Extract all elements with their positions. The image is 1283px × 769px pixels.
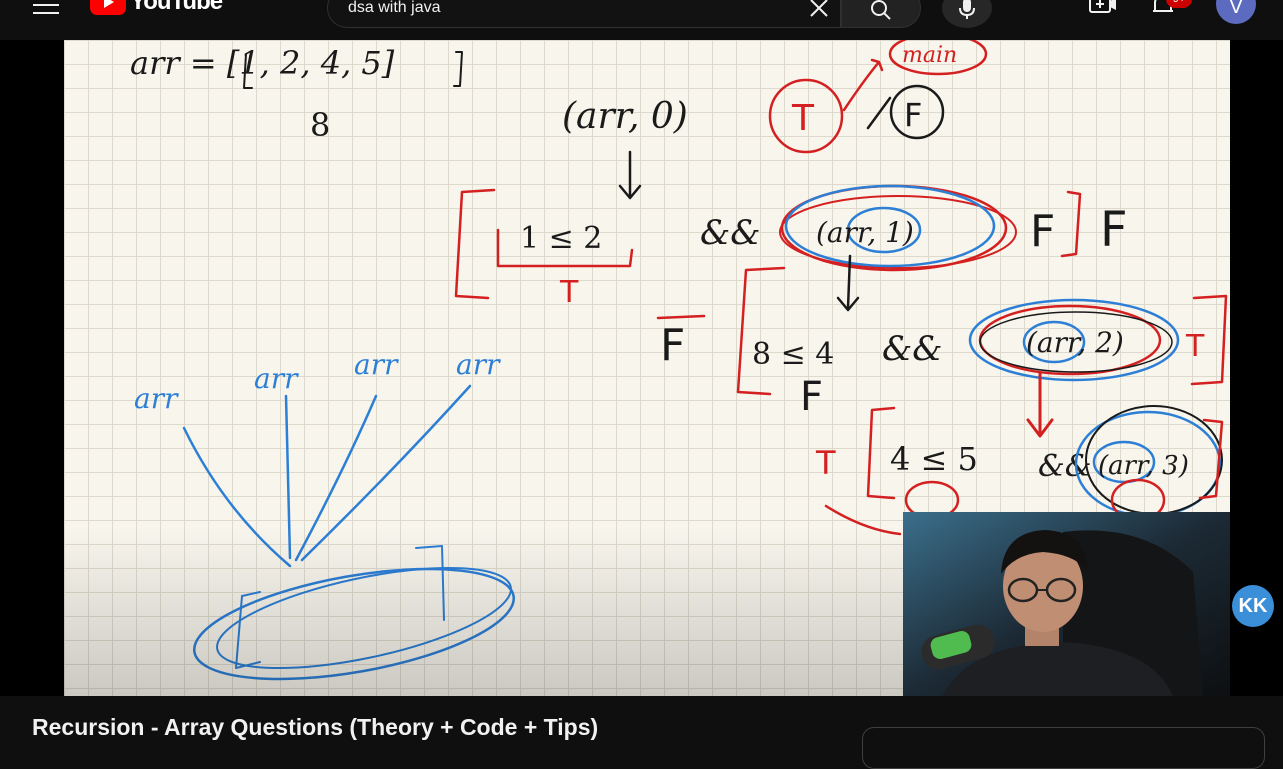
search-input[interactable]: dsa with java — [327, 0, 841, 28]
search-button[interactable] — [841, 0, 921, 28]
svg-text:arr: arr — [456, 348, 501, 381]
video-player[interactable]: arr = [1, 2, 4, 5] 8 (arr, 0) T F main 1… — [0, 40, 1283, 696]
svg-text:T: T — [815, 444, 836, 482]
voice-search-button[interactable] — [942, 0, 992, 28]
call-2-text: (arr, 2) — [1026, 326, 1124, 359]
create-video-icon[interactable] — [1089, 0, 1117, 18]
svg-text:main: main — [902, 43, 957, 68]
masthead: YouTube dsa with java 9+ V — [0, 0, 1283, 40]
presenter-portrait — [903, 512, 1230, 696]
svg-text:F: F — [660, 320, 685, 371]
svg-text:F: F — [800, 374, 823, 420]
svg-text:8: 8 — [310, 106, 330, 144]
svg-text:T: T — [791, 98, 815, 139]
svg-text:&&: && — [882, 329, 943, 369]
presenter-webcam — [903, 512, 1230, 696]
notifications-count-badge: 9+ — [1166, 0, 1192, 8]
account-avatar[interactable]: V — [1216, 0, 1256, 24]
search-icon — [871, 0, 891, 20]
svg-text:F: F — [904, 96, 922, 134]
play-logo-icon — [90, 0, 126, 15]
svg-text:&&: && — [1038, 449, 1091, 484]
logo-text: YouTube — [130, 0, 223, 15]
call-3-text: (arr, 3) — [1098, 451, 1189, 481]
svg-text:&&: && — [700, 213, 761, 253]
condition-3-text: 4 ≤ 5 — [890, 440, 978, 478]
svg-text:F: F — [1100, 202, 1128, 258]
clear-search-icon[interactable] — [808, 0, 830, 19]
svg-text:F: F — [1030, 206, 1055, 257]
video-title: Recursion - Array Questions (Theory + Co… — [32, 714, 599, 740]
condition-2-text: 8 ≤ 4 — [752, 337, 834, 372]
svg-text:T: T — [1185, 329, 1205, 364]
svg-text:arr: arr — [254, 362, 299, 395]
svg-text:arr: arr — [134, 382, 179, 415]
call-1-text: (arr, 1) — [816, 216, 914, 249]
menu-icon[interactable] — [33, 0, 59, 18]
svg-text:arr: arr — [354, 348, 399, 381]
array-definition-text: arr = [1, 2, 4, 5] — [130, 44, 395, 82]
secondary-panel[interactable] — [862, 727, 1265, 769]
condition-1-text: 1 ≤ 2 — [520, 221, 602, 256]
search-query: dsa with java — [348, 0, 441, 16]
root-call-text: (arr, 0) — [562, 96, 688, 137]
side-extension-button[interactable]: KK — [1232, 585, 1274, 627]
youtube-logo[interactable]: YouTube — [90, 0, 223, 16]
microphone-icon — [959, 0, 975, 19]
svg-text:T: T — [559, 275, 579, 310]
